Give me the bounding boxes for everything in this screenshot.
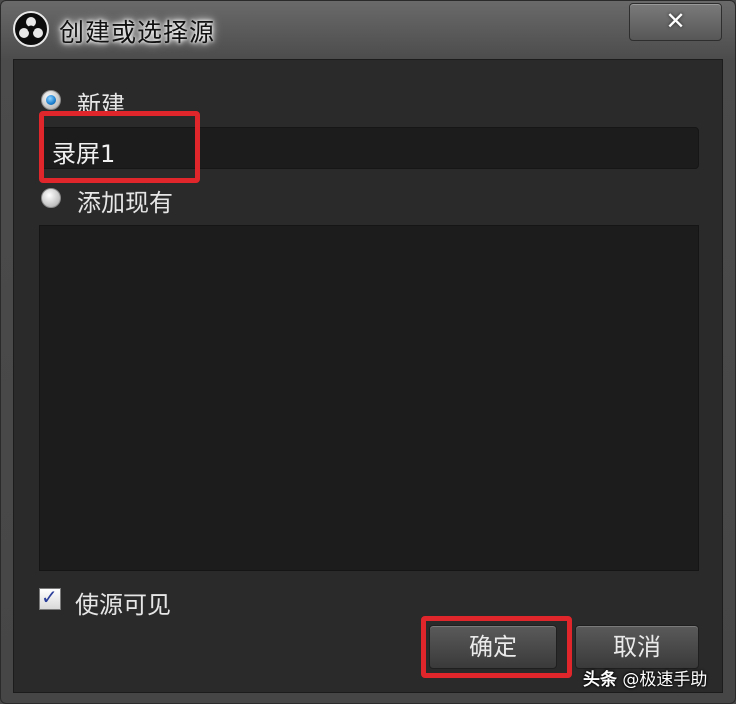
create-new-radio[interactable] — [41, 90, 61, 110]
cancel-button[interactable]: 取消 — [575, 625, 699, 669]
close-icon: ✕ — [665, 7, 686, 35]
create-select-source-dialog: 创建或选择源 ✕ 新建 录屏1 添加现有 ✓ 使源可见 确定 取消 头条 @极速… — [0, 0, 736, 704]
close-button[interactable]: ✕ — [629, 3, 722, 41]
make-visible-label: 使源可见 — [75, 591, 171, 619]
checkmark-icon: ✓ — [41, 585, 58, 609]
window-title: 创建或选择源 — [59, 18, 216, 47]
existing-source-list[interactable] — [39, 225, 699, 571]
add-existing-radio[interactable] — [41, 188, 61, 208]
ok-button[interactable]: 确定 — [429, 625, 557, 669]
watermark-platform: 头条 — [583, 670, 617, 690]
title-bar[interactable]: 创建或选择源 ✕ — [1, 1, 736, 57]
add-existing-label: 添加现有 — [77, 189, 173, 217]
make-visible-checkbox[interactable]: ✓ — [39, 585, 61, 610]
watermark-handle: @极速手助 — [622, 670, 708, 690]
watermark: 头条 @极速手助 — [583, 665, 707, 690]
obs-logo-icon — [13, 11, 49, 47]
source-name-input[interactable]: 录屏1 — [39, 127, 699, 169]
create-new-label: 新建 — [77, 91, 125, 119]
